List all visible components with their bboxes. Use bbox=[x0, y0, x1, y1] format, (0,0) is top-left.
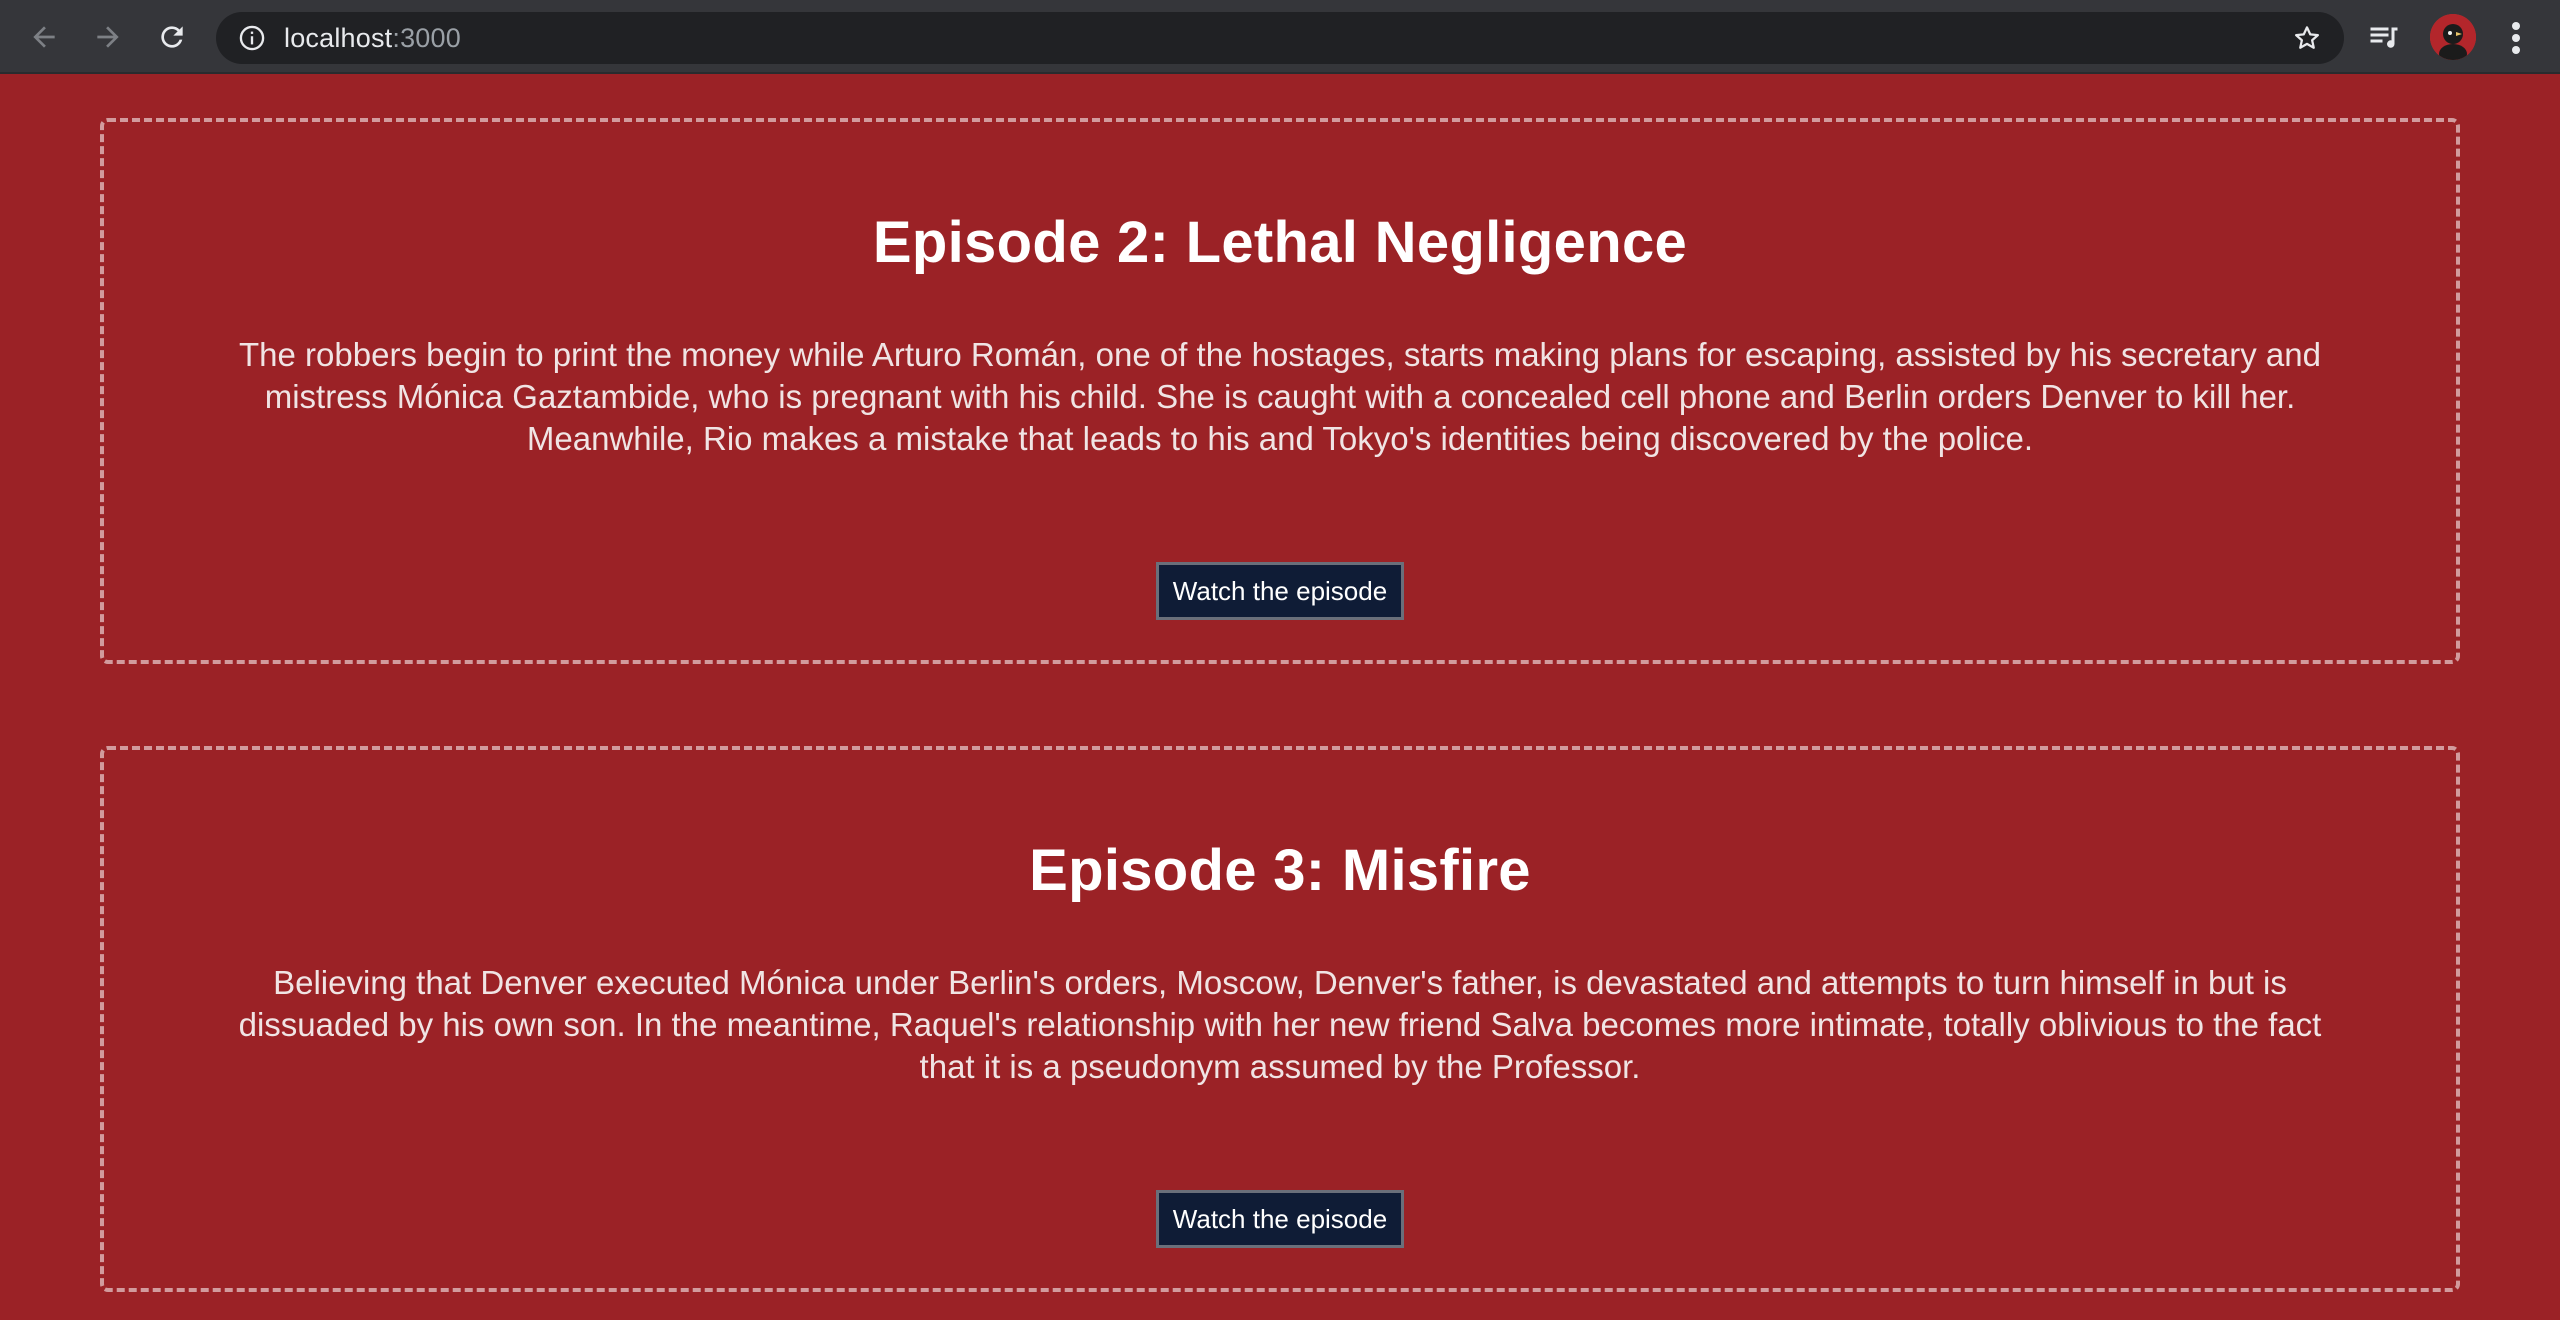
reload-button[interactable] bbox=[148, 13, 196, 61]
profile-avatar[interactable] bbox=[2430, 14, 2476, 60]
url-text[interactable]: localhost:3000 bbox=[284, 12, 461, 64]
watch-episode-button[interactable]: Watch the episode bbox=[1156, 1190, 1404, 1248]
watch-episode-button[interactable]: Watch the episode bbox=[1156, 562, 1404, 620]
episode-description: Believing that Denver executed Mónica un… bbox=[238, 964, 2322, 1085]
forward-button[interactable] bbox=[84, 13, 132, 61]
episode-description: The robbers begin to print the money whi… bbox=[239, 336, 2321, 457]
avatar-image-icon bbox=[2430, 14, 2476, 60]
browser-toolbar: localhost:3000 bbox=[0, 0, 2560, 74]
star-icon[interactable] bbox=[2292, 23, 2322, 53]
episode-card: Episode 3: Misfire Believing that Denver… bbox=[100, 746, 2460, 1292]
episode-card: Episode 2: Lethal Negligence The robbers… bbox=[100, 118, 2460, 664]
episode-title: Episode 2: Lethal Negligence bbox=[872, 210, 1688, 275]
arrow-right-icon bbox=[97, 26, 119, 48]
kebab-menu-icon[interactable] bbox=[2502, 18, 2530, 58]
address-bar[interactable]: localhost:3000 bbox=[216, 12, 2344, 64]
arrow-left-icon bbox=[33, 26, 55, 48]
reload-icon bbox=[161, 26, 183, 48]
url-host: localhost bbox=[284, 23, 393, 53]
back-button[interactable] bbox=[20, 13, 68, 61]
media-queue-icon[interactable] bbox=[2366, 20, 2402, 56]
episode-title: Episode 3: Misfire bbox=[1029, 838, 1531, 903]
url-port: :3000 bbox=[392, 23, 461, 53]
info-icon[interactable] bbox=[238, 24, 266, 52]
page-content: Episode 2: Lethal Negligence The robbers… bbox=[0, 74, 2560, 1320]
